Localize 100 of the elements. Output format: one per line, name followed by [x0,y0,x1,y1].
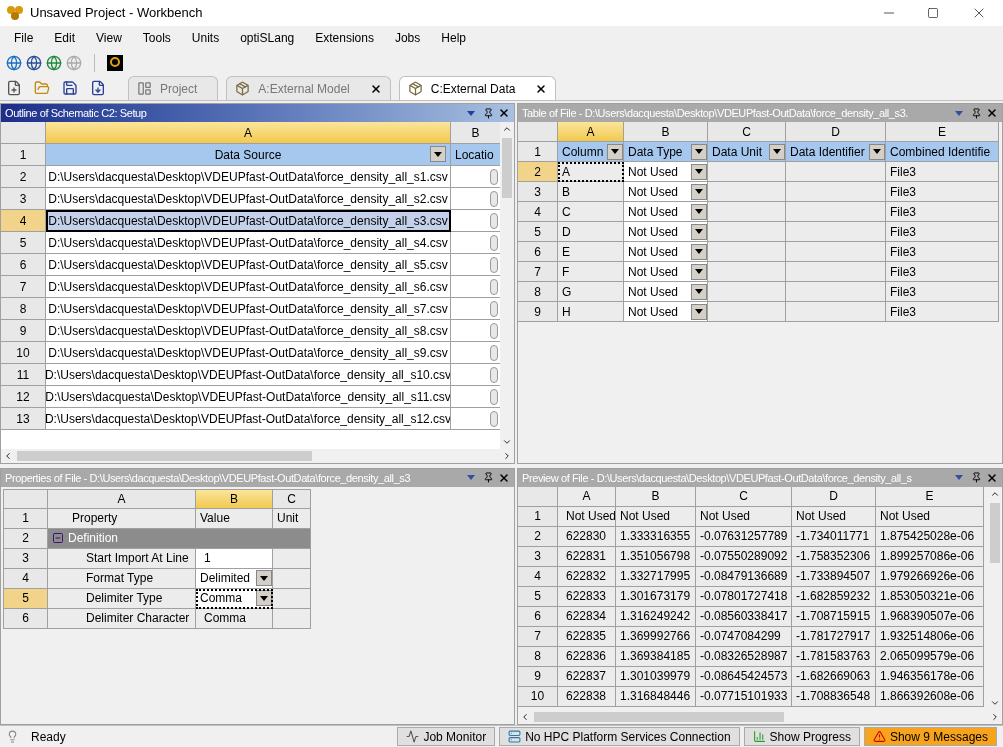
dropdown-field[interactable]: Comma [196,588,273,609]
dropdown-button[interactable] [691,163,707,180]
pin-icon[interactable] [971,472,982,484]
table-cell[interactable]: D:\Users\dacquesta\Desktop\VDEUPfast-OutData\force_density_all_s8.csv [46,320,451,342]
status-button[interactable]: No HPC Platform Services Connection [499,727,740,746]
close-icon[interactable] [986,107,998,119]
menu-item[interactable]: Tools [136,30,177,46]
tab[interactable]: A:External Model [226,76,391,100]
data-type-dropdown[interactable]: Not Used [624,302,708,322]
browse-button[interactable] [490,234,498,251]
collapse-icon[interactable] [52,532,64,545]
scrollbar-thumb[interactable] [17,450,312,461]
table-cell[interactable]: D:\Users\dacquesta\Desktop\VDEUPfast-OutData\force_density_all_s4.csv [46,232,451,254]
column-header[interactable]: D [792,486,876,507]
filter-button[interactable] [607,143,623,160]
browse-button[interactable] [490,344,498,361]
open-folder-icon[interactable] [34,80,50,96]
close-icon[interactable] [498,107,510,119]
column-header[interactable]: A [48,488,196,509]
menu-item[interactable]: View [90,30,128,46]
menu-item[interactable]: optiSLang [234,30,301,46]
vertical-scrollbar[interactable] [500,122,514,449]
table-cell[interactable]: D:\Users\dacquesta\Desktop\VDEUPfast-OutData\force_density_all_s11.csv [46,386,451,408]
table-cell[interactable]: D [558,222,624,242]
status-button[interactable]: Show Progress [743,727,860,746]
new-file-icon[interactable] [6,80,22,96]
tab[interactable]: Project [128,76,219,100]
tab[interactable]: C:External Data [398,76,557,100]
dropdown-button[interactable] [256,590,272,607]
dropdown-icon[interactable] [467,110,475,116]
dropdown-button[interactable] [691,243,707,260]
close-icon[interactable] [986,471,998,484]
close-icon[interactable] [535,82,548,95]
dropdown-button[interactable] [691,303,707,320]
dropdown-button[interactable] [691,203,707,220]
column-header[interactable]: A [558,486,616,507]
filter-button[interactable] [691,143,707,160]
table-cell[interactable]: D:\Users\dacquesta\Desktop\VDEUPfast-OutData\force_density_all_s5.csv [46,254,451,276]
scroll-left-icon[interactable] [520,712,530,722]
status-button[interactable]: Show 9 Messages [863,727,997,746]
scrollbar-thumb[interactable] [502,138,512,198]
column-header[interactable]: E [886,122,999,142]
browse-button[interactable] [490,256,498,273]
dropdown-button[interactable] [256,570,272,587]
table-cell[interactable]: D:\Users\dacquesta\Desktop\VDEUPfast-OutData\force_density_all_s7.csv [46,298,451,320]
globe-icon[interactable] [6,54,22,71]
browse-button[interactable] [490,212,498,229]
dropdown-field[interactable]: Delimited [196,568,273,589]
maximize-icon[interactable] [927,7,939,19]
scrollbar-thumb[interactable] [990,502,1000,563]
table-cell[interactable]: D:\Users\dacquesta\Desktop\VDEUPfast-OutData\force_density_all_s3.csv [46,210,451,232]
table-cell[interactable]: C [558,202,624,222]
dropdown-button[interactable] [691,223,707,240]
horizontal-scrollbar[interactable] [1,448,514,463]
globe-icon[interactable] [46,54,62,71]
column-header[interactable]: C [696,486,792,507]
scroll-down-icon[interactable] [990,698,1000,708]
data-type-dropdown[interactable]: Not Used [624,282,708,302]
column-header[interactable]: A [558,122,624,142]
column-header[interactable]: C [273,488,311,509]
dropdown-icon[interactable] [955,110,963,116]
data-type-dropdown[interactable]: Not Used [624,202,708,222]
save-icon[interactable] [62,80,78,96]
close-icon[interactable] [369,82,382,95]
browse-button[interactable] [490,190,498,207]
dropdown-button[interactable] [691,183,707,200]
column-header[interactable]: D [786,122,886,142]
pin-icon[interactable] [971,107,982,119]
data-type-dropdown[interactable]: Not Used [624,262,708,282]
menu-item[interactable]: Help [435,30,472,46]
status-button[interactable]: Job Monitor [397,727,496,746]
browse-button[interactable] [490,300,498,317]
data-type-dropdown[interactable]: Not Used [624,242,708,262]
filter-button[interactable] [769,143,785,160]
table-cell[interactable]: D:\Users\dacquesta\Desktop\VDEUPfast-OutData\force_density_all_s1.csv [46,166,451,188]
input-field[interactable]: 1 [196,548,273,569]
column-header[interactable]: B [624,122,708,142]
browse-button[interactable] [490,278,498,295]
scroll-left-icon[interactable] [3,450,13,461]
table-cell[interactable]: B [558,182,624,202]
menu-item[interactable]: Extensions [309,30,380,46]
data-type-dropdown[interactable]: Not Used [624,222,708,242]
globe-icon[interactable] [26,54,42,71]
scrollbar-thumb[interactable] [534,712,784,722]
table-cell[interactable]: H [558,302,624,322]
dropdown-button[interactable] [691,263,707,280]
pin-icon[interactable] [483,472,494,484]
column-header[interactable]: A [46,122,451,144]
menu-item[interactable]: Units [185,30,226,46]
menu-item[interactable]: Edit [48,30,82,46]
browse-button[interactable] [490,168,498,185]
close-icon[interactable] [498,471,510,484]
browse-button[interactable] [490,366,498,383]
table-cell[interactable]: D:\Users\dacquesta\Desktop\VDEUPfast-OutData\force_density_all_s6.csv [46,276,451,298]
scroll-right-icon[interactable] [502,450,512,461]
scroll-up-icon[interactable] [502,124,512,134]
column-header[interactable]: C [708,122,786,142]
file-down-icon[interactable] [90,80,106,96]
filter-button[interactable] [430,146,446,162]
data-type-dropdown[interactable]: Not Used [624,182,708,202]
